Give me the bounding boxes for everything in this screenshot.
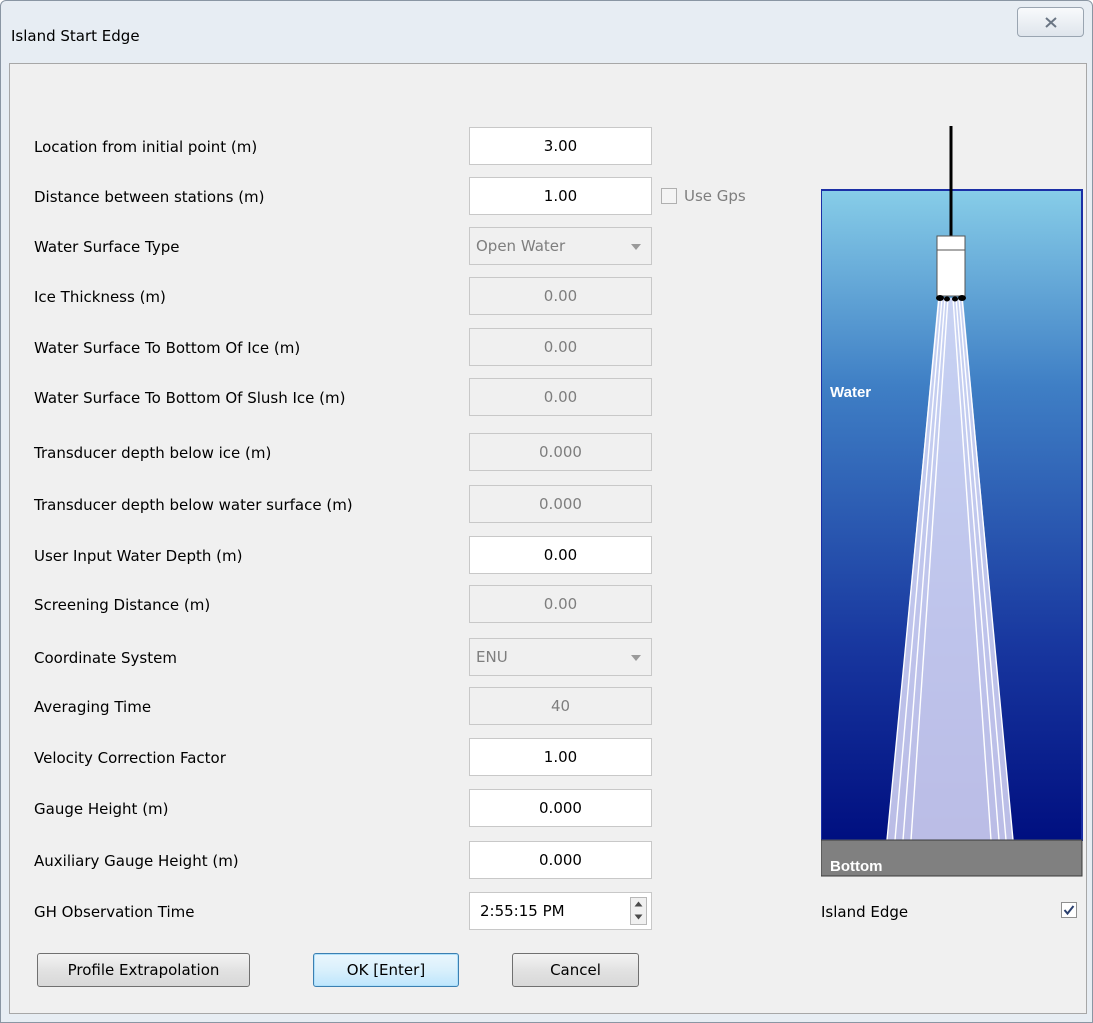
bottom-label: Bottom — [830, 858, 883, 875]
gauge-height-input[interactable]: 0.000 — [469, 789, 652, 827]
location-input[interactable]: 3.00 — [469, 127, 652, 165]
island-edge-checkbox[interactable] — [1061, 902, 1077, 918]
transducer-depth-below-surface-label: Transducer depth below water surface (m) — [34, 496, 353, 514]
ice-thickness-label: Ice Thickness (m) — [34, 288, 166, 306]
profile-extrapolation-button[interactable]: Profile Extrapolation — [37, 953, 250, 987]
ice-thickness-input: 0.00 — [469, 277, 652, 315]
velocity-correction-factor-label: Velocity Correction Factor — [34, 749, 226, 767]
user-input-water-depth-label: User Input Water Depth (m) — [34, 547, 243, 565]
transducer-depth-below-ice-input: 0.000 — [469, 433, 652, 471]
transducer-diagram: Water Bottom — [821, 126, 1083, 877]
chevron-down-icon — [631, 655, 641, 661]
cancel-button[interactable]: Cancel — [512, 953, 639, 987]
surface-to-bottom-of-slush-ice-label: Water Surface To Bottom Of Slush Ice (m) — [34, 389, 346, 407]
velocity-correction-factor-input[interactable]: 1.00 — [469, 738, 652, 776]
surface-to-bottom-of-ice-input: 0.00 — [469, 328, 652, 366]
gh-observation-time-input[interactable]: 2:55:15 PM — [469, 892, 652, 930]
gh-observation-time-label: GH Observation Time — [34, 903, 195, 921]
water-surface-type-label: Water Surface Type — [34, 238, 180, 256]
averaging-time-input: 40 — [469, 687, 652, 725]
dialog-window: Island Start Edge Location from initial … — [0, 0, 1093, 1023]
close-icon — [1045, 17, 1057, 28]
water-surface-type-select[interactable]: Open Water — [469, 227, 652, 265]
transducer-depth-below-ice-label: Transducer depth below ice (m) — [34, 444, 272, 462]
water-surface-type-value: Open Water — [476, 237, 566, 255]
distance-label: Distance between stations (m) — [34, 188, 265, 206]
dialog-content: Location from initial point (m) 3.00 Dis… — [9, 63, 1087, 1014]
gh-observation-time-value: 2:55:15 PM — [480, 902, 565, 920]
time-spinner[interactable] — [630, 897, 647, 925]
coordinate-system-label: Coordinate System — [34, 649, 177, 667]
screening-distance-input: 0.00 — [469, 585, 652, 623]
surface-to-bottom-of-ice-label: Water Surface To Bottom Of Ice (m) — [34, 339, 301, 357]
close-button[interactable] — [1017, 7, 1084, 37]
user-input-water-depth-input[interactable]: 0.00 — [469, 536, 652, 574]
island-edge-label: Island Edge — [821, 903, 909, 921]
auxiliary-gauge-height-input[interactable]: 0.000 — [469, 841, 652, 879]
transducer-body — [936, 235, 966, 297]
screening-distance-label: Screening Distance (m) — [34, 596, 211, 614]
use-gps-checkbox[interactable] — [661, 188, 677, 204]
distance-input[interactable]: 1.00 — [469, 177, 652, 215]
averaging-time-label: Averaging Time — [34, 698, 152, 716]
coordinate-system-select[interactable]: ENU — [469, 638, 652, 676]
window-title: Island Start Edge — [11, 27, 140, 45]
gauge-height-label: Gauge Height (m) — [34, 800, 169, 818]
surface-to-bottom-of-slush-ice-input: 0.00 — [469, 378, 652, 416]
use-gps-label: Use Gps — [684, 187, 746, 205]
auxiliary-gauge-height-label: Auxiliary Gauge Height (m) — [34, 852, 239, 870]
chevron-down-icon — [631, 244, 641, 250]
ok-button[interactable]: OK [Enter] — [313, 953, 459, 987]
location-label: Location from initial point (m) — [34, 138, 258, 156]
water-label: Water — [830, 384, 871, 401]
spinner-down-icon[interactable] — [634, 914, 643, 920]
check-icon — [1063, 905, 1075, 916]
title-bar[interactable]: Island Start Edge — [1, 1, 1092, 63]
transducer-depth-below-surface-input: 0.000 — [469, 485, 652, 523]
spinner-up-icon[interactable] — [634, 901, 643, 907]
coordinate-system-value: ENU — [476, 648, 508, 666]
